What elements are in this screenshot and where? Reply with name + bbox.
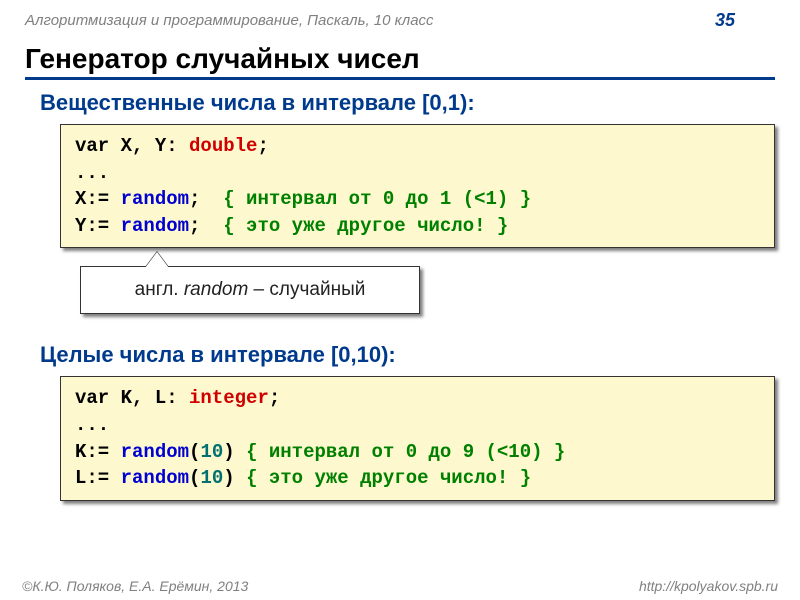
code-text: ) [223, 467, 246, 489]
page-title: Генератор случайных чисел [25, 43, 775, 80]
footer: ©К.Ю. Поляков, Е.А. Ерёмин, 2013 http://… [0, 578, 800, 594]
note-prefix: англ. [135, 279, 184, 300]
code-text: ( [189, 441, 200, 463]
code-func: random [121, 215, 189, 237]
code-comment: { это уже другое число! } [223, 215, 508, 237]
code-text: var K, L: [75, 387, 189, 409]
code-text: K:= [75, 441, 121, 463]
code-text: var X, Y: [75, 135, 189, 157]
code-text: X:= [75, 188, 121, 210]
code-text: ; [189, 188, 223, 210]
note-word: random [184, 279, 248, 300]
code-text: ... [75, 414, 109, 436]
code-comment: { интервал от 0 до 9 (<10) } [246, 441, 565, 463]
note-box: англ. random – случайный [80, 266, 420, 314]
callout-pointer-icon [145, 252, 169, 268]
code-text: ; [189, 215, 223, 237]
code-func: random [121, 441, 189, 463]
code-block-2: var K, L: integer; ... K:= random(10) { … [60, 376, 775, 500]
code-text: Y:= [75, 215, 121, 237]
footer-url: http://kpolyakov.spb.ru [639, 578, 778, 594]
code-text: ; [269, 387, 280, 409]
code-text: ... [75, 162, 109, 184]
code-number: 10 [200, 467, 223, 489]
code-text: L:= [75, 467, 121, 489]
code-type: integer [189, 387, 269, 409]
code-number: 10 [200, 441, 223, 463]
section2-heading: Целые числа в интервале [0,10): [40, 342, 775, 368]
code-comment: { это уже другое число! } [246, 467, 531, 489]
footer-authors: ©К.Ю. Поляков, Е.А. Ерёмин, 2013 [22, 578, 248, 594]
code-text: ) [223, 441, 246, 463]
note-callout: англ. random – случайный [80, 266, 420, 314]
course-label: Алгоритмизация и программирование, Паска… [25, 12, 434, 29]
page-number: 35 [715, 10, 775, 31]
code-comment: { интервал от 0 до 1 (<1) } [223, 188, 531, 210]
code-func: random [121, 467, 189, 489]
section1-heading: Вещественные числа в интервале [0,1): [40, 90, 775, 116]
code-text: ; [257, 135, 268, 157]
code-func: random [121, 188, 189, 210]
code-type: double [189, 135, 257, 157]
header-bar: Алгоритмизация и программирование, Паска… [0, 0, 800, 35]
note-suffix: – случайный [248, 279, 365, 300]
code-text: ( [189, 467, 200, 489]
code-block-1: var X, Y: double; ... X:= random; { инте… [60, 124, 775, 248]
